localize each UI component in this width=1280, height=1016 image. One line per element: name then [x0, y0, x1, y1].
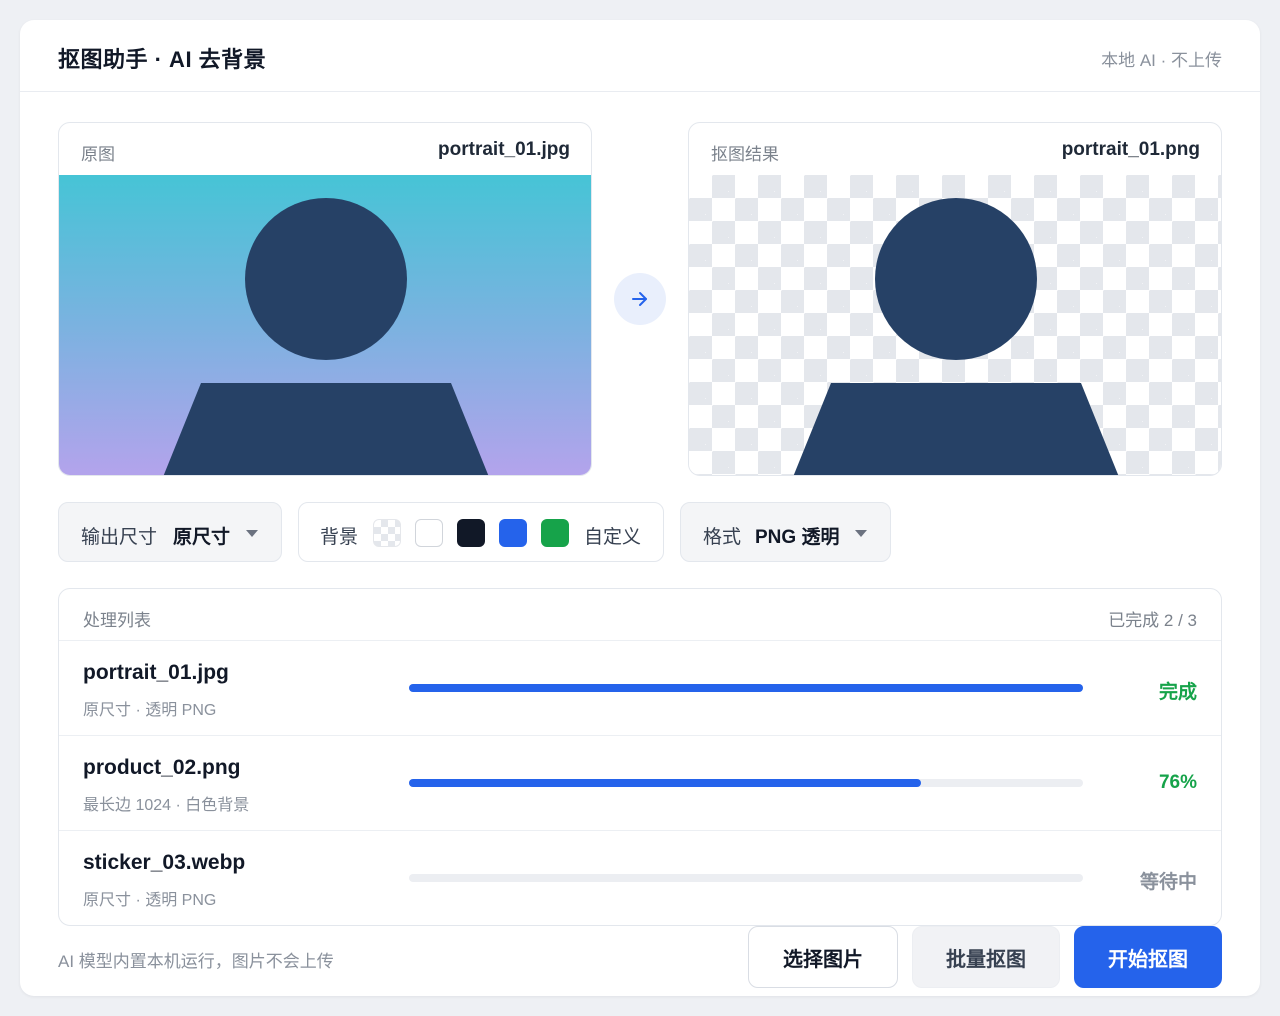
progress-fill [409, 684, 1083, 692]
header-bar: 抠图助手 · AI 去背景 本地 AI · 不上传 [20, 20, 1260, 92]
list-header: 处理列表 已完成 2 / 3 [59, 589, 1221, 641]
original-panel-header: 原图 portrait_01.jpg [59, 123, 591, 175]
chevron-down-icon [855, 530, 867, 537]
app-window: 抠图助手 · AI 去背景 本地 AI · 不上传 原图 portrait_01… [20, 20, 1260, 996]
batch-cutout-button[interactable]: 批量抠图 [912, 926, 1060, 988]
format-label: 格式 [703, 527, 742, 548]
file-name: portrait_01.jpg [83, 661, 229, 684]
list-item[interactable]: product_02.png 最长边 1024 · 白色背景 76% [59, 736, 1221, 831]
swatch-white[interactable] [415, 519, 443, 547]
status-text: 等待中 [1139, 872, 1197, 893]
result-panel: 抠图结果 portrait_01.png [688, 122, 1222, 476]
original-panel: 原图 portrait_01.jpg [58, 122, 592, 476]
format-value: PNG 透明 [755, 527, 840, 548]
original-label: 原图 [81, 145, 115, 164]
output-size-value: 原尺寸 [173, 527, 231, 548]
output-size-select[interactable]: 输出尺寸 原尺寸 [58, 502, 282, 562]
file-name: sticker_03.webp [83, 851, 246, 874]
list-item[interactable]: sticker_03.webp 原尺寸 · 透明 PNG 等待中 [59, 831, 1221, 925]
processing-list: 处理列表 已完成 2 / 3 portrait_01.jpg 原尺寸 · 透明 … [58, 588, 1222, 926]
swatch-black[interactable] [457, 519, 485, 547]
progress-fill [409, 779, 922, 787]
footer-note: AI 模型内置本机运行，图片不会上传 [58, 952, 334, 971]
result-panel-header: 抠图结果 portrait_01.png [689, 123, 1221, 175]
custom-color-link[interactable]: 自定义 [584, 522, 641, 549]
file-meta: 原尺寸 · 透明 PNG [83, 702, 217, 719]
result-filename: portrait_01.png [1061, 139, 1200, 160]
progress-bar [409, 684, 1083, 692]
start-cutout-button[interactable]: 开始抠图 [1074, 926, 1222, 988]
format-select[interactable]: 格式 PNG 透明 [680, 502, 891, 562]
app-title: 抠图助手 · AI 去背景 [58, 47, 267, 72]
portrait-subject [163, 198, 489, 475]
swatch-transparent[interactable] [373, 519, 401, 547]
list-title: 处理列表 [83, 611, 151, 630]
chevron-down-icon [246, 530, 258, 537]
completed-count: 已完成 2 / 3 [1108, 611, 1197, 630]
output-size-label: 输出尺寸 [81, 527, 158, 548]
privacy-note: 本地 AI · 不上传 [1101, 51, 1222, 70]
original-filename: portrait_01.jpg [438, 139, 570, 160]
arrow-right-icon [614, 273, 666, 325]
status-text: 完成 [1158, 682, 1197, 703]
swatch-blue[interactable] [499, 519, 527, 547]
result-label: 抠图结果 [711, 145, 779, 164]
list-item[interactable]: portrait_01.jpg 原尺寸 · 透明 PNG 完成 [59, 641, 1221, 736]
file-meta: 最长边 1024 · 白色背景 [83, 797, 250, 814]
select-images-button[interactable]: 选择图片 [748, 926, 898, 988]
status-text: 76% [1158, 772, 1197, 793]
background-picker: 背景 自定义 [298, 502, 664, 562]
file-name: product_02.png [83, 756, 241, 779]
result-image[interactable] [689, 175, 1221, 475]
swatch-green[interactable] [541, 519, 569, 547]
progress-bar [409, 779, 1083, 787]
file-meta: 原尺寸 · 透明 PNG [83, 892, 217, 909]
cutout-subject [793, 198, 1119, 475]
progress-bar [409, 874, 1083, 882]
background-label: 背景 [320, 527, 359, 548]
original-image[interactable] [59, 175, 591, 475]
